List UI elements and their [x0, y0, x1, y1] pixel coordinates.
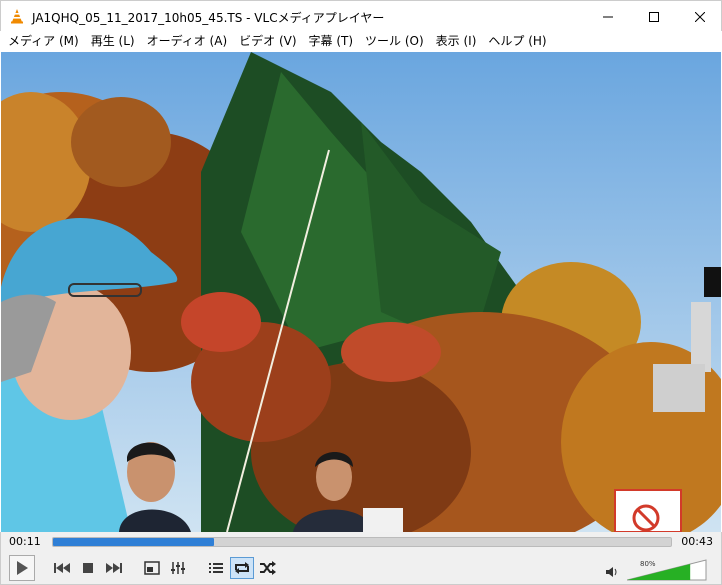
- previous-button[interactable]: [50, 557, 74, 579]
- playlist-icon: [209, 563, 223, 573]
- stop-button[interactable]: [76, 557, 100, 579]
- speaker-icon[interactable]: [605, 566, 619, 578]
- menu-view[interactable]: 表示 (I): [430, 31, 483, 52]
- menu-media[interactable]: メディア (M): [2, 31, 85, 52]
- window-title: JA1QHQ_05_11_2017_10h05_45.TS - VLCメディアプ…: [32, 11, 385, 25]
- elapsed-time: 00:11: [9, 535, 41, 548]
- maximize-icon: [649, 11, 659, 22]
- menu-video[interactable]: ビデオ (V): [233, 31, 302, 52]
- minimize-icon: [603, 16, 613, 17]
- next-button[interactable]: [102, 557, 126, 579]
- loop-button[interactable]: [230, 557, 254, 579]
- fullscreen-button[interactable]: [140, 557, 164, 579]
- extended-settings-icon: [171, 562, 185, 574]
- shuffle-icon: [260, 561, 276, 575]
- menu-subtitle[interactable]: 字幕 (T): [303, 31, 360, 52]
- title-bar: JA1QHQ_05_11_2017_10h05_45.TS - VLCメディアプ…: [0, 0, 722, 31]
- seek-slider[interactable]: [52, 537, 672, 547]
- video-frame: [1, 52, 721, 532]
- menu-tools[interactable]: ツール (O): [359, 31, 430, 52]
- play-icon: [17, 561, 28, 575]
- shuffle-button[interactable]: [256, 557, 280, 579]
- menu-playback[interactable]: 再生 (L): [85, 31, 141, 52]
- extended-settings-button[interactable]: [166, 557, 190, 579]
- minimize-button[interactable]: [585, 1, 631, 32]
- maximize-button[interactable]: [631, 1, 677, 32]
- close-icon: [695, 11, 705, 22]
- loop-icon: [235, 562, 249, 574]
- menu-bar: メディア (M) 再生 (L) オーディオ (A) ビデオ (V) 字幕 (T)…: [0, 31, 722, 52]
- play-button[interactable]: [9, 555, 35, 581]
- close-button[interactable]: [677, 1, 722, 32]
- total-time: 00:43: [681, 535, 713, 548]
- volume-slider[interactable]: [627, 559, 707, 581]
- vlc-cone-icon: [11, 9, 23, 24]
- stop-icon: [83, 563, 93, 573]
- playlist-button[interactable]: [204, 557, 228, 579]
- seek-progress: [53, 538, 214, 546]
- previous-icon: [54, 563, 70, 573]
- fullscreen-icon: [144, 561, 160, 575]
- video-surface[interactable]: [1, 52, 721, 532]
- next-icon: [106, 563, 122, 573]
- menu-audio[interactable]: オーディオ (A): [141, 31, 234, 52]
- menu-help[interactable]: ヘルプ (H): [482, 31, 552, 52]
